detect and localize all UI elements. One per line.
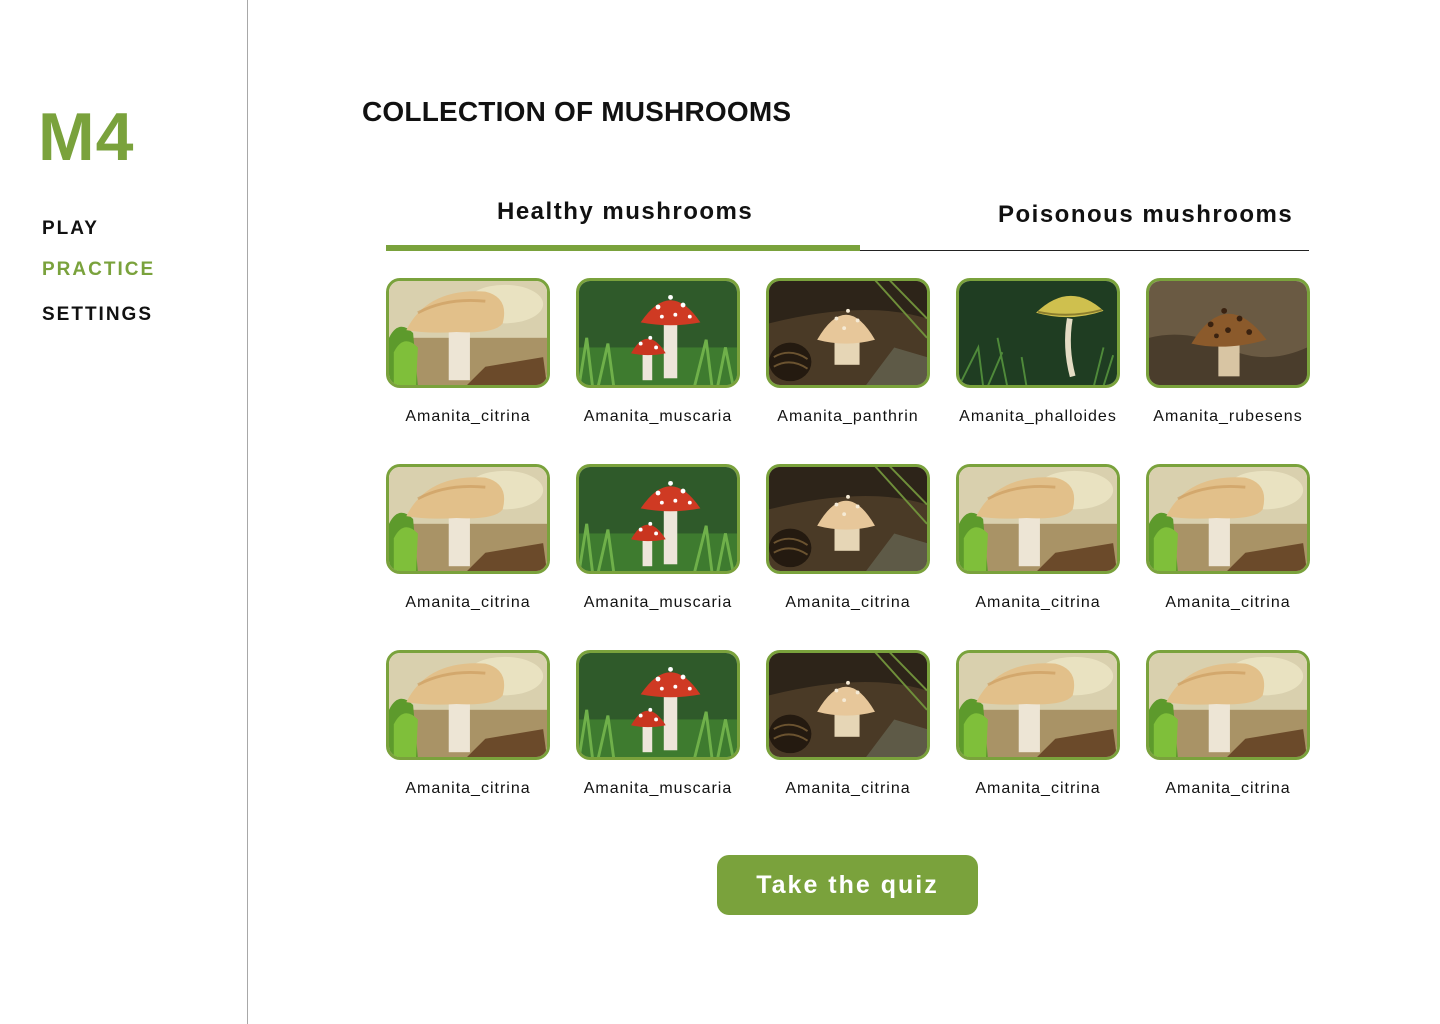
mushroom-image <box>956 464 1120 574</box>
take-quiz-button[interactable]: Take the quiz <box>717 855 978 915</box>
mushroom-card[interactable]: Amanita_muscaria <box>576 650 740 800</box>
mushroom-card[interactable]: Amanita_panthrin <box>766 278 930 428</box>
mushroom-image <box>1146 650 1310 760</box>
mushroom-name: Amanita_citrina <box>1165 594 1291 611</box>
tab-divider <box>860 250 1309 251</box>
tab-active-indicator <box>386 245 860 251</box>
mushroom-name: Amanita_citrina <box>405 594 531 611</box>
mushroom-card[interactable]: Amanita_rubesens <box>1146 278 1310 428</box>
pinecone-mushroom <box>769 281 927 385</box>
pale-cap-mushroom <box>389 467 547 571</box>
mushroom-image <box>576 464 740 574</box>
nav-item-settings[interactable]: SETTINGS <box>42 304 153 326</box>
fly-agaric-mushroom <box>579 281 737 385</box>
pale-cap-mushroom <box>1149 653 1307 757</box>
mushroom-image <box>956 278 1120 388</box>
mushroom-card[interactable]: Amanita_citrina <box>386 650 550 800</box>
mushroom-image <box>386 464 550 574</box>
pale-cap-mushroom <box>1149 467 1307 571</box>
mushroom-card[interactable]: Amanita_muscaria <box>576 464 740 614</box>
mushroom-card[interactable]: Amanita_phalloides <box>956 278 1120 428</box>
brown-spotted-mushroom <box>1149 281 1307 385</box>
nav-item-practice[interactable]: PRACTICE <box>42 259 155 281</box>
mushroom-name: Amanita_rubesens <box>1153 408 1303 425</box>
mushroom-name: Amanita_muscaria <box>583 594 733 611</box>
nav-item-play[interactable]: PLAY <box>42 218 99 240</box>
mushroom-card[interactable]: Amanita_citrina <box>956 650 1120 800</box>
mushroom-name: Amanita_phalloides <box>959 408 1117 425</box>
mushroom-name: Amanita_citrina <box>785 780 911 797</box>
mushroom-name: Amanita_citrina <box>405 408 531 425</box>
mushroom-name: Amanita_citrina <box>405 780 531 797</box>
pale-cap-mushroom <box>959 467 1117 571</box>
mushroom-image <box>956 650 1120 760</box>
pale-cap-mushroom <box>959 653 1117 757</box>
mushroom-image <box>386 278 550 388</box>
sidebar: M4 PLAY PRACTICE SETTINGS <box>0 0 248 1024</box>
mushroom-image <box>386 650 550 760</box>
fly-agaric-mushroom <box>579 467 737 571</box>
mushroom-image <box>766 278 930 388</box>
mushroom-image <box>766 650 930 760</box>
mushroom-card[interactable]: Amanita_citrina <box>386 464 550 614</box>
mushroom-card[interactable]: Amanita_citrina <box>766 464 930 614</box>
fly-agaric-mushroom <box>579 653 737 757</box>
mushroom-name: Amanita_citrina <box>975 594 1101 611</box>
pinecone-mushroom <box>769 467 927 571</box>
mushroom-card[interactable]: Amanita_citrina <box>1146 464 1310 614</box>
tab-healthy-mushrooms[interactable]: Healthy mushrooms <box>497 198 753 226</box>
mushroom-name: Amanita_citrina <box>975 780 1101 797</box>
mushroom-card[interactable]: Amanita_citrina <box>1146 650 1310 800</box>
mushroom-image <box>576 650 740 760</box>
app-logo: M4 <box>38 99 135 175</box>
pale-cap-mushroom <box>389 281 547 385</box>
mushroom-image <box>576 278 740 388</box>
mushroom-card[interactable]: Amanita_muscaria <box>576 278 740 428</box>
mushroom-name: Amanita_muscaria <box>583 780 733 797</box>
mushroom-name: Amanita_muscaria <box>583 408 733 425</box>
mushroom-image <box>1146 278 1310 388</box>
pale-cap-mushroom <box>389 653 547 757</box>
yellow-cap-mushroom <box>959 281 1117 385</box>
mushroom-name: Amanita_citrina <box>1165 780 1291 797</box>
mushroom-name: Amanita_citrina <box>785 594 911 611</box>
page-title: COLLECTION OF MUSHROOMS <box>362 96 792 127</box>
category-tabs: Healthy mushrooms Poisonous mushrooms <box>386 188 1309 252</box>
mushroom-image <box>766 464 930 574</box>
mushroom-card[interactable]: Amanita_citrina <box>766 650 930 800</box>
pinecone-mushroom <box>769 653 927 757</box>
tab-poisonous-mushrooms[interactable]: Poisonous mushrooms <box>998 201 1293 229</box>
mushroom-card[interactable]: Amanita_citrina <box>386 278 550 428</box>
mushroom-name: Amanita_panthrin <box>777 408 919 425</box>
mushroom-card[interactable]: Amanita_citrina <box>956 464 1120 614</box>
mushroom-image <box>1146 464 1310 574</box>
